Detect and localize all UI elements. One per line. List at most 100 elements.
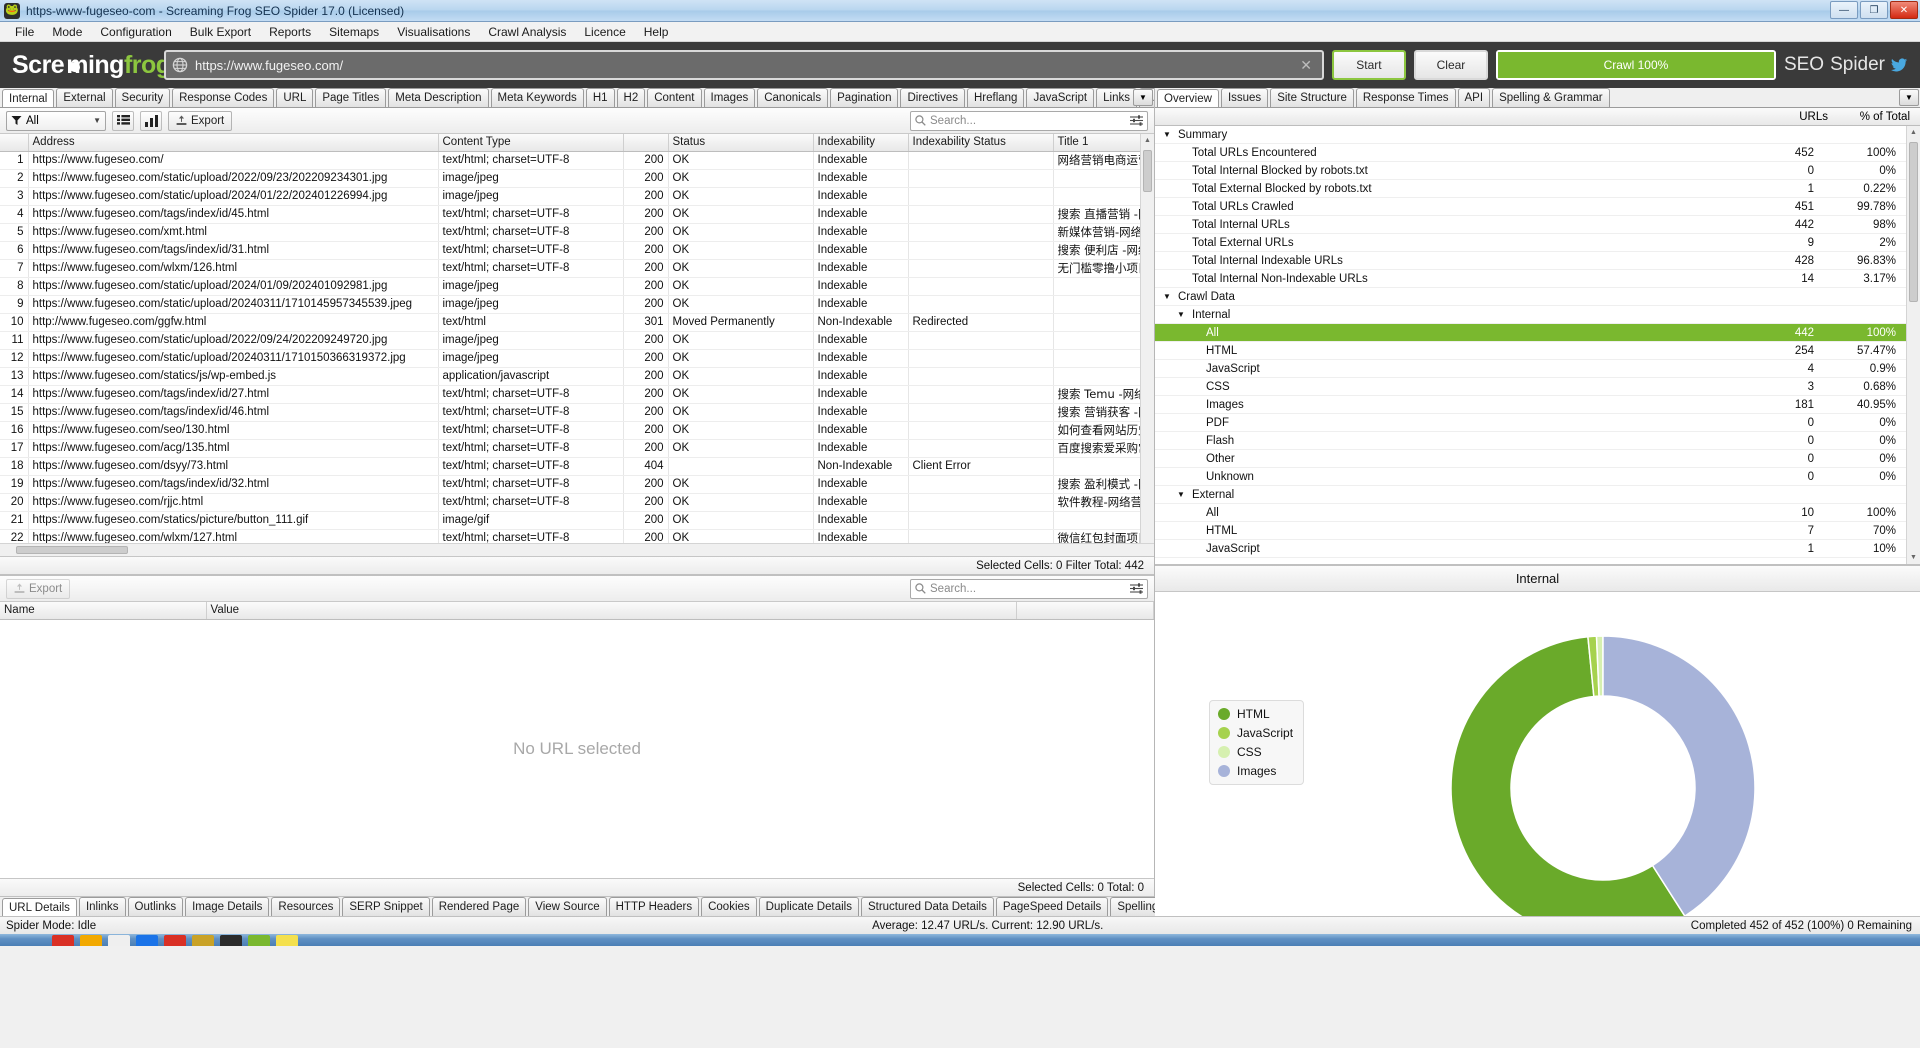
cell-indexability-status[interactable]: Redirected [908, 313, 1054, 332]
cell-indexability-status[interactable] [908, 349, 1054, 368]
cell-status[interactable]: OK [668, 295, 814, 314]
cell-address[interactable]: https://www.fugeseo.com/static/upload/20… [28, 349, 439, 368]
cell-status-code[interactable]: 200 [623, 475, 669, 494]
overview-row[interactable]: Total External Blocked by robots.txt 1 0.2… [1155, 180, 1906, 198]
menu-configuration[interactable]: Configuration [91, 23, 180, 41]
detail-column-value[interactable]: Value [206, 602, 1017, 620]
cell-content-type[interactable]: text/html; charset=UTF-8 [438, 421, 624, 440]
column-indexability[interactable]: Indexability [813, 134, 909, 152]
chevron-down-icon[interactable]: ▼ [1133, 89, 1153, 106]
cell-rownum[interactable]: 13 [0, 367, 29, 386]
cell-indexability-status[interactable] [908, 439, 1054, 458]
tab-external[interactable]: External [56, 88, 113, 107]
cell-indexability[interactable]: Non-Indexable [813, 457, 909, 476]
cell-indexability-status[interactable] [908, 295, 1054, 314]
table-row[interactable]: 20 https://www.fugeseo.com/rjjc.html text/… [0, 493, 1154, 512]
cell-rownum[interactable]: 20 [0, 493, 29, 512]
cell-content-type[interactable]: text/html; charset=UTF-8 [438, 403, 624, 422]
tab-javascript[interactable]: JavaScript [1026, 88, 1095, 107]
disclosure-triangle-icon[interactable]: ▼ [1177, 490, 1187, 499]
tab-pagination[interactable]: Pagination [830, 88, 899, 107]
filter-dropdown[interactable]: All ▼ [6, 110, 106, 131]
overview-row[interactable]: PDF 0 0% [1155, 414, 1906, 432]
cell-indexability[interactable]: Indexable [813, 151, 909, 170]
bottom-tab-url-details[interactable]: URL Details [2, 898, 77, 917]
disclosure-triangle-icon[interactable]: ▼ [1163, 292, 1173, 301]
cell-status[interactable]: OK [668, 403, 814, 422]
cell-indexability[interactable]: Indexable [813, 511, 909, 530]
cell-rownum[interactable]: 5 [0, 223, 29, 242]
cell-content-type[interactable]: image/jpeg [438, 187, 624, 206]
overview-row[interactable]: Total Internal Indexable URLs 428 96.83% [1155, 252, 1906, 270]
cell-address[interactable]: https://www.fugeseo.com/seo/130.html [28, 421, 439, 440]
cell-title-1[interactable]: 搜索 便利店 -网络 [1053, 241, 1142, 260]
overview-row[interactable]: JavaScript 4 0.9% [1155, 360, 1906, 378]
cell-status[interactable]: OK [668, 439, 814, 458]
cell-address[interactable]: http://www.fugeseo.com/ggfw.html [28, 313, 439, 332]
cell-indexability[interactable]: Indexable [813, 205, 909, 224]
cell-status-code[interactable]: 200 [623, 403, 669, 422]
bottom-tab-inlinks[interactable]: Inlinks [78, 897, 126, 916]
overview-row[interactable]: Flash 0 0% [1155, 432, 1906, 450]
cell-indexability[interactable]: Indexable [813, 475, 909, 494]
cell-address[interactable]: https://www.fugeseo.com/acg/135.html [28, 439, 439, 458]
tab-hreflang[interactable]: Hreflang [966, 88, 1025, 107]
overview-row[interactable]: JavaScript 1 10% [1155, 540, 1906, 558]
menu-help[interactable]: Help [635, 23, 678, 41]
cell-address[interactable]: https://www.fugeseo.com/static/upload/20… [28, 277, 439, 296]
right-tab-issues[interactable]: Issues [1220, 88, 1269, 107]
cell-rownum[interactable]: 18 [0, 457, 29, 476]
tab-h2[interactable]: H2 [616, 88, 646, 107]
minimize-button[interactable]: — [1830, 1, 1858, 19]
cell-status[interactable]: OK [668, 331, 814, 350]
cell-title-1[interactable]: 搜索 直播营销 -网 [1053, 205, 1142, 224]
cell-address[interactable]: https://www.fugeseo.com/xmt.html [28, 223, 439, 242]
cell-status-code[interactable]: 200 [623, 151, 669, 170]
cell-indexability[interactable]: Non-Indexable [813, 313, 909, 332]
grid-vertical-scrollbar[interactable]: ▲ ▼ [1140, 134, 1154, 556]
search-input[interactable]: Search... [910, 110, 1148, 131]
cell-address[interactable]: https://www.fugeseo.com/tags/index/id/31… [28, 241, 439, 260]
cell-status-code[interactable]: 200 [623, 349, 669, 368]
cell-rownum[interactable]: 9 [0, 295, 29, 314]
cell-rownum[interactable]: 15 [0, 403, 29, 422]
cell-indexability-status[interactable] [908, 151, 1054, 170]
cell-content-type[interactable]: image/jpeg [438, 331, 624, 350]
overview-row[interactable]: All 442 100% [1155, 324, 1906, 342]
menu-mode[interactable]: Mode [43, 23, 91, 41]
cell-indexability[interactable]: Indexable [813, 259, 909, 278]
table-row[interactable]: 13 https://www.fugeseo.com/statics/js/wp-… [0, 367, 1154, 386]
bottom-tab-image-details[interactable]: Image Details [185, 897, 270, 916]
cell-indexability[interactable]: Indexable [813, 439, 909, 458]
cell-status-code[interactable]: 200 [623, 331, 669, 350]
scrollbar-thumb-h[interactable] [16, 546, 128, 554]
cell-status-code[interactable]: 200 [623, 367, 669, 386]
cell-status-code[interactable]: 200 [623, 439, 669, 458]
cell-rownum[interactable]: 11 [0, 331, 29, 350]
cell-status[interactable]: OK [668, 421, 814, 440]
cell-content-type[interactable]: text/html; charset=UTF-8 [438, 493, 624, 512]
legend-item-css[interactable]: CSS [1218, 745, 1293, 759]
cell-indexability[interactable]: Indexable [813, 349, 909, 368]
cell-title-1[interactable] [1053, 457, 1142, 476]
legend-item-images[interactable]: Images [1218, 764, 1293, 778]
cell-indexability-status[interactable] [908, 421, 1054, 440]
cell-status[interactable]: OK [668, 205, 814, 224]
cell-rownum[interactable]: 7 [0, 259, 29, 278]
taskbar-icon-8[interactable] [248, 934, 270, 946]
overview-row[interactable]: Total Internal Blocked by robots.txt 0 0% [1155, 162, 1906, 180]
cell-status-code[interactable]: 200 [623, 259, 669, 278]
table-row[interactable]: 4 https://www.fugeseo.com/tags/index/id/4… [0, 205, 1154, 224]
cell-title-1[interactable]: 搜索 盈利模式 -网 [1053, 475, 1142, 494]
cell-address[interactable]: https://www.fugeseo.com/statics/picture/… [28, 511, 439, 530]
disclosure-triangle-icon[interactable]: ▼ [1177, 310, 1187, 319]
overview-row[interactable]: All 10 100% [1155, 504, 1906, 522]
cell-title-1[interactable] [1053, 349, 1142, 368]
cell-indexability[interactable]: Indexable [813, 169, 909, 188]
menu-visualisations[interactable]: Visualisations [388, 23, 479, 41]
cell-status[interactable]: OK [668, 475, 814, 494]
cell-content-type[interactable]: text/html; charset=UTF-8 [438, 439, 624, 458]
tab-links[interactable]: Links [1096, 88, 1137, 107]
cell-title-1[interactable]: 网络营销电商运营 [1053, 151, 1142, 170]
cell-rownum[interactable]: 8 [0, 277, 29, 296]
